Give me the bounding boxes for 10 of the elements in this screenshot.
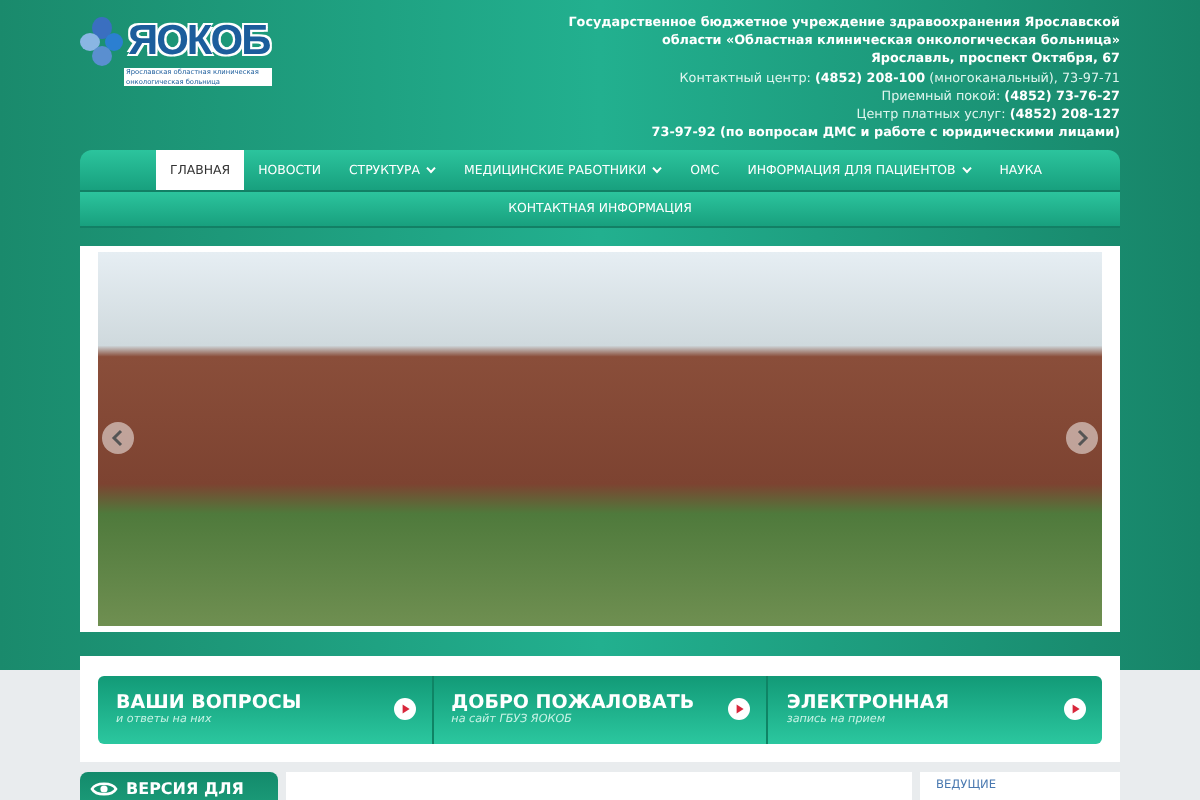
play-icon [728, 698, 751, 720]
caret-icon [425, 166, 436, 174]
play-icon [1064, 698, 1087, 720]
petal-emblem-icon [80, 16, 124, 68]
caret-icon [961, 166, 972, 174]
play-icon [393, 698, 416, 720]
logo-wordmark[interactable]: ЯОКОБ [128, 20, 270, 64]
caret-icon [652, 166, 663, 174]
accessibility-version-button[interactable]: ВЕРСИЯ ДЛЯ [80, 772, 278, 800]
eye-icon [90, 780, 118, 798]
